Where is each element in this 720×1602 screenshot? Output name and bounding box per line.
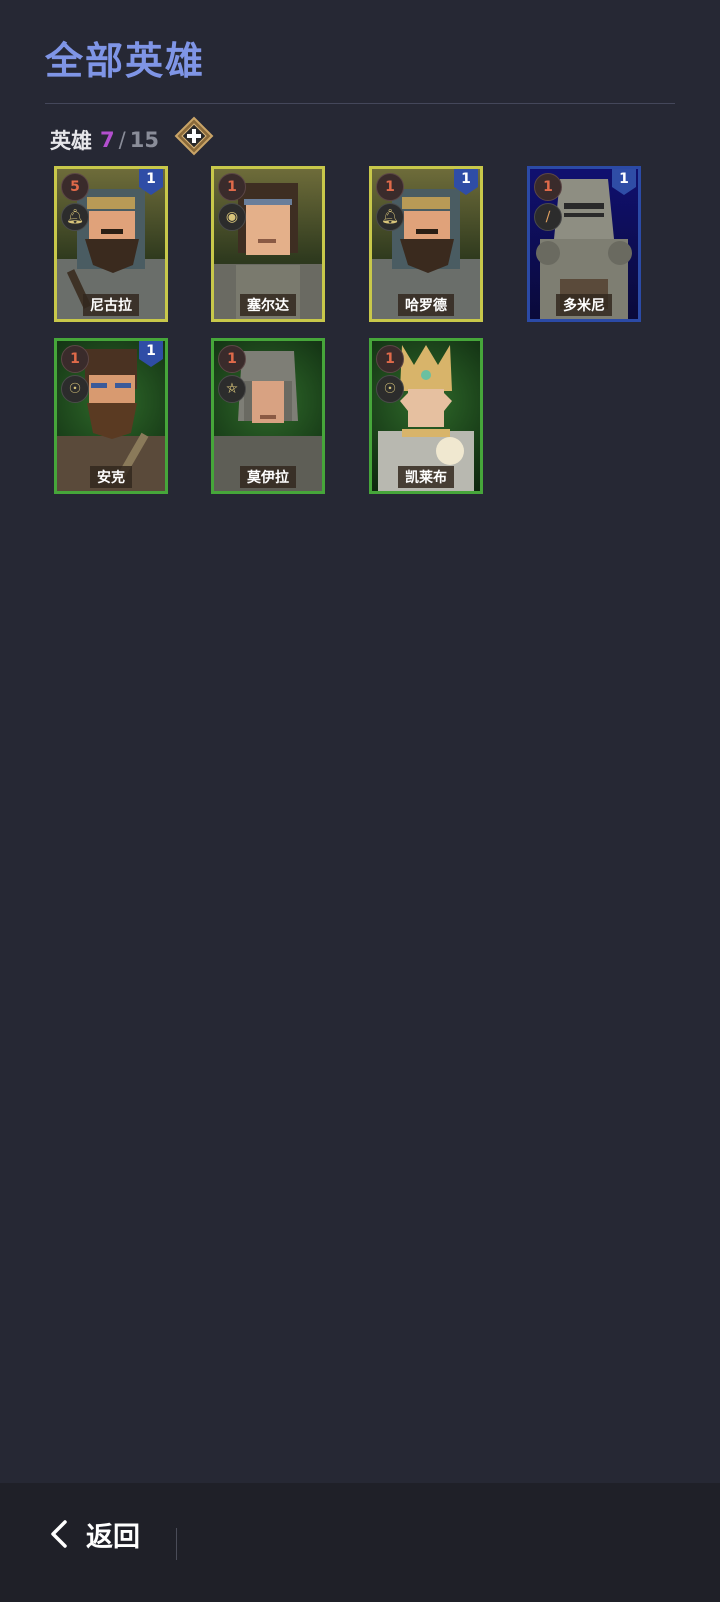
sword-icon: ∕ (545, 209, 551, 225)
bottom-bar: 返回 (0, 1483, 720, 1602)
expand-slots-button[interactable] (174, 116, 214, 156)
bell-icon: 🔔︎ (381, 209, 399, 225)
level-badge: 1 (612, 169, 636, 195)
hero-name: 莫伊拉 (240, 466, 296, 488)
class-badge: ⛤ (218, 375, 246, 403)
class-badge: ◉ (218, 203, 246, 231)
bell-icon: 🔔︎ (66, 209, 84, 225)
chevron-left-icon (51, 1520, 67, 1548)
hero-name: 尼古拉 (83, 294, 139, 316)
title-divider (45, 103, 675, 104)
class-badge: ☉ (61, 375, 89, 403)
pentagram-icon: ⛤ (226, 381, 238, 397)
sun-icon: ☉ (383, 381, 397, 397)
hero-name: 塞尔达 (240, 294, 296, 316)
hero-count-max: 15 (129, 128, 159, 152)
hero-name: 哈罗德 (398, 294, 454, 316)
hero-name: 安克 (90, 466, 132, 488)
hero-card[interactable]: 1 ∕ 1 多米尼 (527, 166, 641, 322)
back-button[interactable]: 返回 (48, 1509, 140, 1559)
hero-card[interactable]: 5 🔔︎ 1 尼古拉 (54, 166, 168, 322)
hero-count: 英雄 7 / 15 (50, 122, 159, 158)
class-badge: ☉ (376, 375, 404, 403)
hero-card[interactable]: 1 🔔︎ 1 哈罗德 (369, 166, 483, 322)
class-badge: 🔔︎ (61, 203, 89, 231)
hero-count-label: 英雄 (50, 129, 92, 153)
star-rank-badge: 1 (534, 173, 562, 201)
hero-count-current: 7 (100, 128, 115, 152)
star-rank-badge: 1 (376, 345, 404, 373)
star-rank-badge: 1 (376, 173, 404, 201)
level-badge: 1 (454, 169, 478, 195)
bar-divider (176, 1528, 177, 1560)
sun-icon: ☉ (68, 381, 82, 397)
hero-count-separator: / (118, 128, 126, 152)
hero-card[interactable]: 1 ⛤ 莫伊拉 (211, 338, 325, 494)
eye-icon: ◉ (225, 209, 239, 225)
hero-card[interactable]: 1 ◉ 塞尔达 (211, 166, 325, 322)
hero-name: 凯莱布 (398, 466, 454, 488)
star-rank-badge: 5 (61, 173, 89, 201)
star-rank-badge: 1 (218, 173, 246, 201)
page-title: 全部英雄 (45, 39, 206, 83)
class-badge: 🔔︎ (376, 203, 404, 231)
level-badge: 1 (139, 341, 163, 367)
plus-diamond-icon (174, 116, 214, 156)
level-badge: 1 (139, 169, 163, 195)
hero-name: 多米尼 (556, 294, 612, 316)
star-rank-badge: 1 (61, 345, 89, 373)
hero-card[interactable]: 1 ☉ 1 安克 (54, 338, 168, 494)
class-badge: ∕ (534, 203, 562, 231)
hero-card[interactable]: 1 ☉ 凯莱布 (369, 338, 483, 494)
back-label: 返回 (86, 1521, 140, 1553)
star-rank-badge: 1 (218, 345, 246, 373)
